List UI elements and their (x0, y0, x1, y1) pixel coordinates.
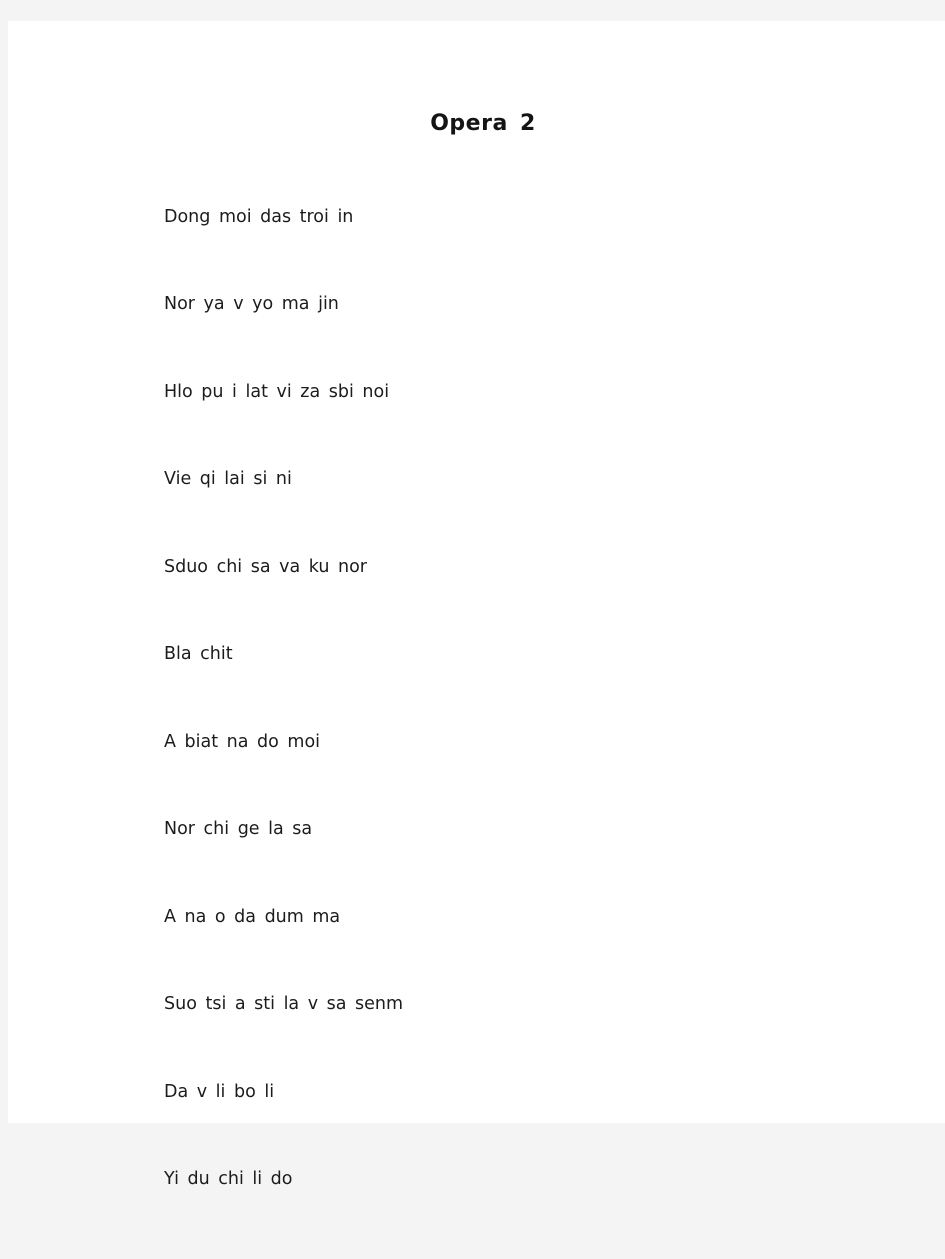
page-title: Opera 2 (430, 111, 536, 136)
poem-line: Bla chit (164, 644, 233, 664)
document-page-content: Opera 2 Dong moi das troi in Nor ya v yo… (8, 21, 945, 1188)
poem-line: Nor ya v yo ma jin (164, 294, 339, 314)
poem-body: Dong moi das troi in Nor ya v yo ma jin … (164, 191, 884, 1259)
poem-line: Nor chi ge la sa (164, 819, 313, 839)
poem-line: Yi du chi li do (164, 1169, 293, 1189)
poem-line: A na o da dum ma (164, 906, 341, 927)
poem-line: Da v li bo li (164, 1081, 275, 1102)
document-page: Opera 2 Dong moi das troi in Nor ya v yo… (8, 21, 945, 1188)
poem-line: Dong moi das troi in (164, 206, 354, 227)
document-viewport: Opera 2 Dong moi das troi in Nor ya v yo… (0, 0, 945, 1188)
poem-line: Suo tsi a sti la v sa senm (164, 994, 404, 1014)
poem-line: A biat na do moi (164, 731, 321, 752)
poem-line: Vie qi lai si ni (164, 469, 292, 489)
poem-line: Sduo chi sa va ku nor (164, 556, 368, 577)
poem-line: Hlo pu i lat vi za sbi noi (164, 381, 390, 402)
